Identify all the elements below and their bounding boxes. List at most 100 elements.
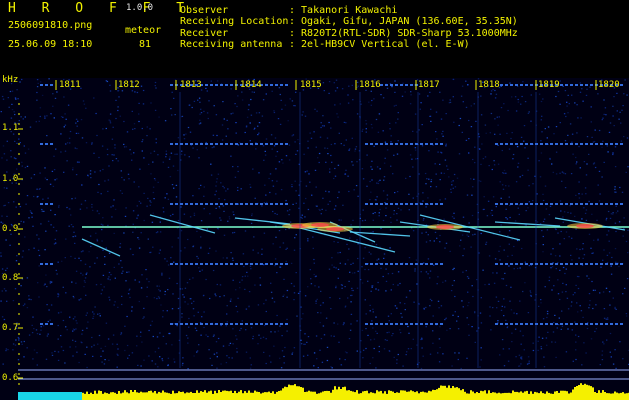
level-column — [244, 391, 246, 400]
level-column — [152, 392, 154, 400]
level-column — [432, 389, 434, 400]
level-column — [206, 392, 208, 400]
level-column — [298, 386, 300, 400]
level-column — [410, 390, 412, 400]
time-tick-label: 1819 — [538, 80, 560, 90]
level-column — [212, 393, 214, 400]
level-column — [470, 390, 472, 400]
level-column — [236, 393, 238, 400]
level-column — [174, 393, 176, 400]
level-column — [130, 390, 132, 400]
level-column — [340, 389, 342, 400]
level-column — [554, 391, 556, 400]
level-column — [418, 393, 420, 400]
level-column — [258, 392, 260, 400]
level-column — [468, 393, 470, 400]
level-column — [440, 385, 442, 400]
level-column — [474, 393, 476, 400]
time-tick-label: 1820 — [598, 80, 620, 90]
level-column — [318, 393, 320, 400]
level-column — [494, 392, 496, 400]
level-column — [222, 390, 224, 400]
level-column — [486, 393, 488, 400]
level-column — [570, 392, 572, 400]
level-column — [254, 390, 256, 400]
level-column — [472, 391, 474, 400]
y-tick-label: 0.7 — [2, 323, 19, 333]
level-column — [376, 390, 378, 400]
level-column — [528, 393, 530, 400]
level-column — [290, 385, 292, 400]
level-column — [578, 385, 580, 400]
level-column — [186, 392, 188, 400]
level-column — [516, 391, 518, 400]
level-column — [520, 391, 522, 400]
level-column — [538, 393, 540, 400]
level-column — [500, 393, 502, 400]
level-column — [424, 392, 426, 400]
level-column — [300, 387, 302, 400]
level-column — [320, 392, 322, 400]
antenna-value: : 2el-HB9CV Vertical (el. E-W) — [289, 39, 470, 50]
level-column — [194, 393, 196, 400]
meteor-head — [576, 224, 594, 228]
level-column — [156, 393, 158, 400]
level-column — [224, 390, 226, 400]
level-column — [88, 394, 90, 400]
level-column — [518, 392, 520, 400]
level-column — [618, 393, 620, 400]
level-column — [246, 392, 248, 400]
level-column — [492, 392, 494, 400]
level-column — [196, 390, 198, 400]
level-column — [624, 393, 626, 400]
level-column — [522, 392, 524, 400]
level-column — [132, 391, 134, 400]
level-column — [140, 391, 142, 400]
level-column — [600, 392, 602, 400]
location-value: : Ogaki, Gifu, JAPAN (136.60E, 35.35N) — [289, 16, 518, 27]
level-column — [452, 386, 454, 400]
y-axis-unit: kHz — [2, 75, 19, 85]
level-column — [190, 391, 192, 400]
level-column — [328, 391, 330, 400]
level-column — [542, 393, 544, 400]
level-column — [172, 390, 174, 400]
level-column — [524, 391, 526, 400]
level-column — [360, 393, 362, 400]
level-column — [378, 391, 380, 400]
level-column — [574, 387, 576, 400]
level-column — [476, 392, 478, 400]
level-column — [404, 390, 406, 400]
level-column — [82, 392, 84, 400]
level-column — [534, 391, 536, 400]
level-column — [144, 392, 146, 400]
level-column — [596, 393, 598, 400]
level-column — [532, 393, 534, 400]
level-column — [138, 392, 140, 400]
level-column — [304, 392, 306, 400]
level-column — [372, 392, 374, 400]
level-column — [240, 390, 242, 400]
level-column — [620, 392, 622, 400]
level-column — [198, 392, 200, 400]
level-column — [482, 391, 484, 400]
level-column — [484, 390, 486, 400]
time-tick-label: 1818 — [478, 80, 500, 90]
level-column — [274, 393, 276, 400]
level-column — [510, 393, 512, 400]
level-column — [352, 391, 354, 400]
level-baseline — [18, 392, 82, 400]
level-column — [386, 393, 388, 400]
level-column — [548, 392, 550, 400]
level-column — [558, 392, 560, 400]
level-column — [394, 393, 396, 400]
level-column — [200, 391, 202, 400]
level-column — [248, 390, 250, 400]
level-column — [324, 391, 326, 400]
level-column — [478, 393, 480, 400]
level-column — [466, 393, 468, 400]
level-column — [276, 391, 278, 400]
level-column — [356, 390, 358, 400]
level-column — [230, 390, 232, 400]
app-version: 1.0.0 — [126, 3, 154, 13]
